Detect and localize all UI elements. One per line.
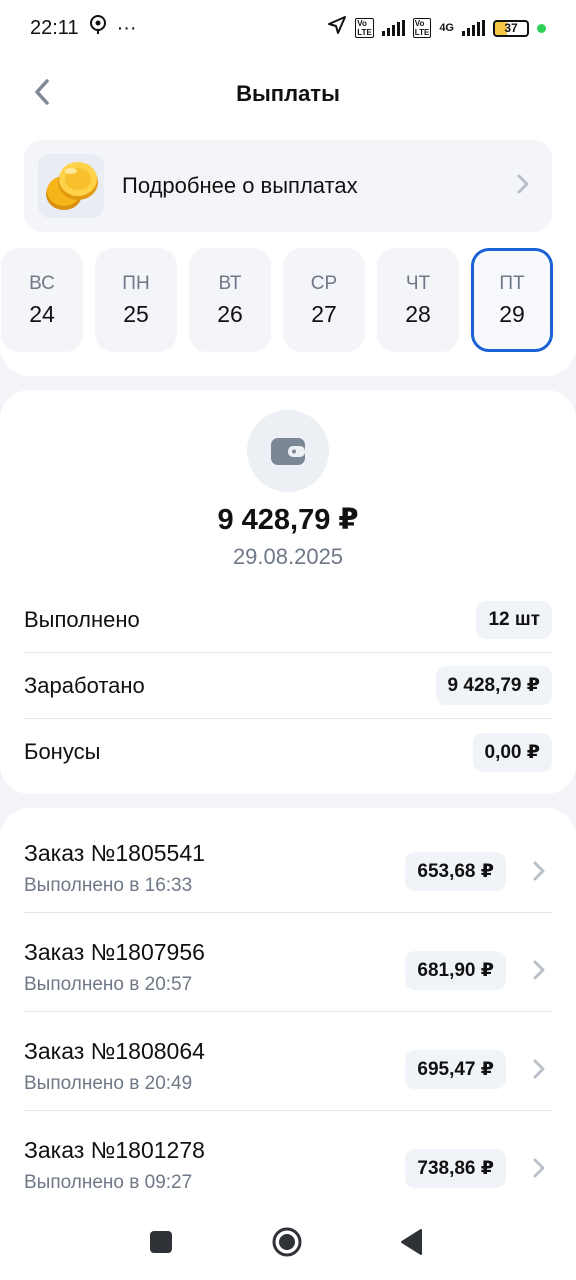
navigation-arrow-icon [327, 15, 347, 41]
day-chip-thu[interactable]: ЧТ 28 [377, 248, 459, 352]
order-title: Заказ №1801278 [24, 1137, 205, 1163]
battery-level: 37 [504, 20, 518, 35]
stat-label: Заработано [24, 672, 145, 698]
stat-row-completed: Выполнено 12 шт [24, 587, 552, 653]
day-number: 29 [499, 300, 525, 327]
day-number: 25 [123, 300, 149, 327]
day-chip-mon[interactable]: ПН 25 [95, 248, 177, 352]
payout-info-label: Подробнее о выплатах [122, 173, 358, 198]
stat-row-bonuses: Бонусы 0,00 ₽ [24, 719, 552, 785]
day-number: 24 [29, 300, 55, 327]
system-navigation-bar [0, 1208, 576, 1280]
order-completed-time: Выполнено в 20:57 [24, 974, 193, 995]
square-icon [149, 1230, 173, 1259]
chevron-right-icon [516, 173, 530, 200]
order-title: Заказ №1805541 [24, 840, 205, 866]
privacy-indicator [537, 23, 546, 33]
stat-value: 12 шт [476, 600, 552, 639]
day-chip-wed[interactable]: СР 27 [283, 248, 365, 352]
status-time: 22:11 [30, 16, 79, 39]
order-amount: 738,86 ₽ [405, 1149, 506, 1188]
signal-icon [381, 20, 405, 36]
order-amount: 681,90 ₽ [405, 951, 506, 990]
triangle-back-icon [399, 1228, 425, 1261]
order-row[interactable]: Заказ №1807956 Выполнено в 20:57 681,90 … [24, 913, 552, 1012]
day-name: ЧТ [405, 272, 431, 294]
stat-value: 9 428,79 ₽ [435, 666, 552, 705]
chevron-left-icon [32, 78, 52, 111]
day-name: ПН [122, 272, 150, 294]
circle-icon [271, 1226, 303, 1263]
back-button[interactable] [22, 74, 62, 114]
order-amount: 653,68 ₽ [405, 852, 506, 891]
stat-label: Выполнено [24, 606, 140, 632]
stat-label: Бонусы [24, 739, 101, 764]
nav-back-button[interactable] [396, 1228, 428, 1260]
order-amount: 695,47 ₽ [405, 1050, 506, 1089]
day-name: ВС [29, 272, 55, 294]
day-number: 27 [311, 300, 337, 327]
day-summary-card: 9 428,79 ₽ 29.08.2025 Выполнено 12 шт За… [0, 390, 576, 794]
nav-recent-apps-button[interactable] [145, 1228, 177, 1260]
day-name: ПТ [499, 272, 525, 294]
total-amount: 9 428,79 ₽ [217, 504, 359, 536]
chevron-right-icon [532, 959, 546, 986]
top-area: Выплаты Подробнее о выплатах ВС 24 ПН 25 [0, 56, 576, 376]
day-chip-sun[interactable]: ВС 24 [1, 248, 83, 352]
volte-icon-2: Vo LTE [412, 18, 432, 38]
stat-row-earned: Заработано 9 428,79 ₽ [24, 653, 552, 719]
status-bar: 22:11 ··· Vo LTE Vo LTE 4G 37 [0, 0, 576, 56]
page-title: Выплаты [236, 81, 340, 106]
order-completed-time: Выполнено в 20:49 [24, 1073, 193, 1094]
nav-home-button[interactable] [271, 1226, 303, 1263]
order-completed-time: Выполнено в 16:33 [24, 875, 193, 896]
payout-info-card[interactable]: Подробнее о выплатах [24, 140, 552, 232]
chevron-right-icon [532, 1157, 546, 1184]
network-type: 4G [439, 22, 454, 34]
day-name: ВТ [218, 272, 242, 294]
day-name: СР [310, 272, 338, 294]
coins-icon [38, 154, 104, 218]
wallet-icon [247, 410, 329, 492]
stat-value: 0,00 ₽ [472, 732, 552, 772]
day-chip-fri-selected[interactable]: ПТ 29 [471, 248, 553, 352]
order-title: Заказ №1807956 [24, 939, 205, 965]
order-row[interactable]: Заказ №1808064 Выполнено в 20:49 695,47 … [24, 1012, 552, 1111]
order-completed-time: Выполнено в 09:27 [24, 1172, 193, 1193]
order-title: Заказ №1808064 [24, 1038, 205, 1064]
day-number: 28 [405, 300, 431, 327]
signal-icon-2 [462, 20, 485, 36]
day-chip-tue[interactable]: ВТ 26 [189, 248, 271, 352]
header: Выплаты [0, 56, 576, 132]
order-row[interactable]: Заказ №1805541 Выполнено в 16:33 653,68 … [24, 814, 552, 913]
battery-icon: 37 [493, 19, 529, 37]
volte-icon: Vo LTE [355, 18, 374, 38]
order-row[interactable]: Заказ №1801278 Выполнено в 09:27 738,86 … [24, 1111, 552, 1210]
day-number: 26 [217, 300, 243, 327]
location-pin-icon [89, 15, 107, 41]
day-selector: ВС 24 ПН 25 ВТ 26 СР 27 ЧТ 28 ПТ 29 [0, 246, 576, 354]
chevron-right-icon [532, 1058, 546, 1085]
status-more-dots: ··· [116, 16, 137, 39]
summary-date: 29.08.2025 [232, 544, 344, 569]
chevron-right-icon [532, 860, 546, 887]
